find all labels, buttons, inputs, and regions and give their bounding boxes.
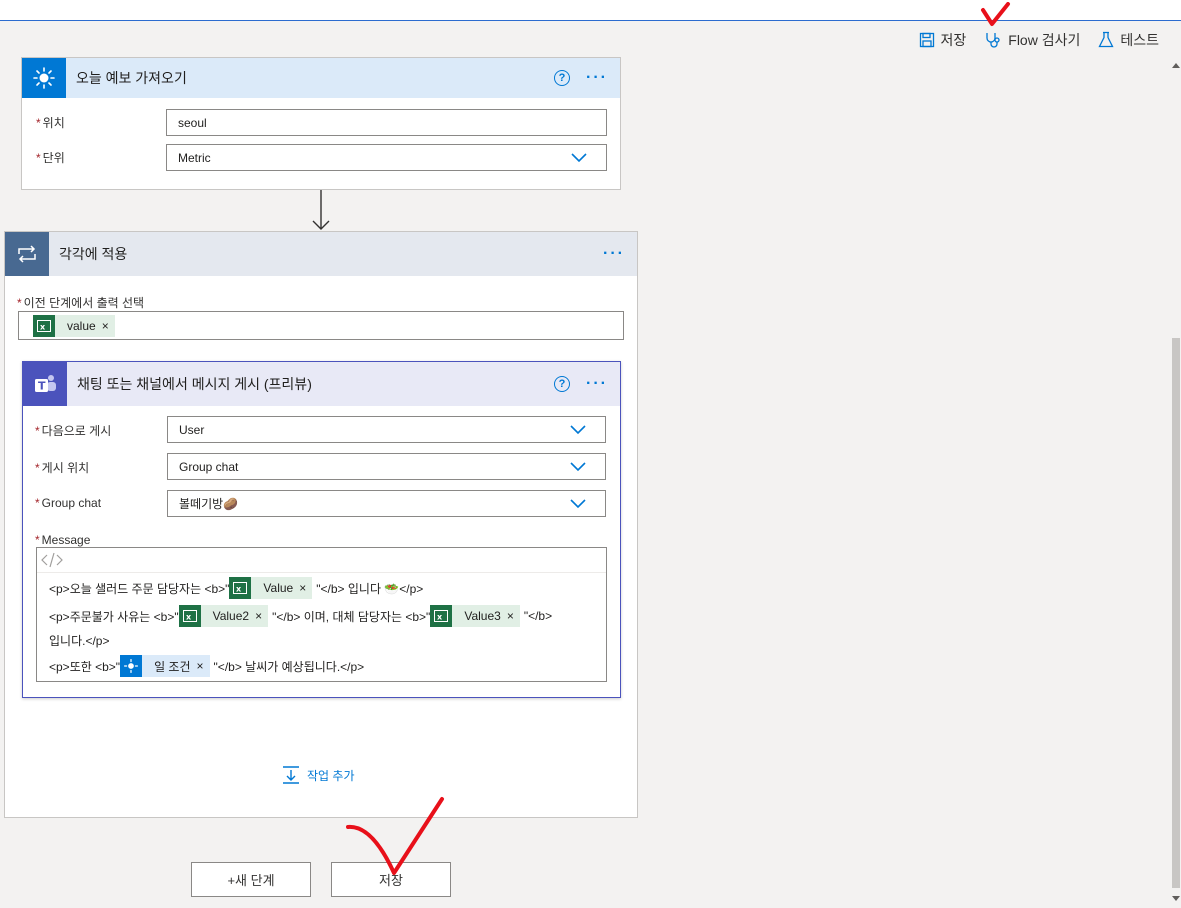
new-step-button[interactable]: +새 단계 xyxy=(191,862,311,897)
teams-card-title: 채팅 또는 채널에서 메시지 게시 (프리뷰) xyxy=(77,376,312,392)
annotation-check-bottom xyxy=(346,797,444,875)
vertical-scrollbar[interactable] xyxy=(1171,58,1181,908)
select-output-label: * 이전 단계에서 출력 선택 xyxy=(17,296,145,310)
apply-to-each-header[interactable]: 각각에 적용 ··· xyxy=(5,232,637,276)
post-in-label: * 게시 위치 xyxy=(35,461,90,475)
test-command-label: 테스트 xyxy=(1120,32,1159,48)
chevron-down-icon xyxy=(571,153,587,163)
sun-icon xyxy=(120,655,143,677)
location-label: * 위치 xyxy=(36,116,65,130)
post-as-label: * 다음으로 게시 xyxy=(35,424,112,438)
svg-text:x: x xyxy=(236,585,242,594)
stethoscope-icon xyxy=(986,33,1000,48)
chevron-down-icon xyxy=(570,499,586,509)
post-as-dropdown[interactable]: User xyxy=(167,416,606,443)
test-command[interactable]: 테스트 xyxy=(1098,30,1159,50)
message-line-2: <p>주문불가 사유는 <b>" x Value2 × "</b> 이며, 대체 담… xyxy=(49,605,552,627)
dynamic-token[interactable]: x Value × xyxy=(229,577,313,599)
help-icon[interactable]: ? xyxy=(554,376,571,392)
weather-card-title: 오늘 예보 가져오기 xyxy=(76,70,187,86)
svg-text:T: T xyxy=(38,380,46,393)
location-input[interactable]: seoul xyxy=(166,109,607,136)
dynamic-token[interactable]: 일 조건 × xyxy=(120,655,210,677)
excel-icon: x xyxy=(430,605,453,627)
apply-to-each-title: 각각에 적용 xyxy=(59,246,128,262)
help-icon[interactable]: ? xyxy=(554,70,571,86)
save-command-label: 저장 xyxy=(940,32,967,48)
svg-text:x: x xyxy=(186,613,192,622)
flask-icon xyxy=(1098,31,1114,48)
loop-icon xyxy=(5,232,49,276)
apply-to-each-card: 각각에 적용 ··· * 이전 단계에서 출력 선택 x value × T 채팅 … xyxy=(4,231,638,818)
group-chat-dropdown[interactable]: 볼떼기방🥔 xyxy=(167,490,606,517)
connector-arrow xyxy=(312,190,330,230)
remove-token-icon[interactable]: × xyxy=(253,609,268,623)
message-editor[interactable]: <p>오늘 샐러드 주문 담당자는 <b>" x Value × "</b> 입니다… xyxy=(36,547,607,682)
svg-text:x: x xyxy=(40,322,46,331)
select-output-input[interactable]: x value × xyxy=(18,311,624,340)
message-label: * Message xyxy=(35,533,91,547)
code-view-icon[interactable] xyxy=(41,552,63,568)
teams-icon: T xyxy=(23,362,67,406)
add-action-icon xyxy=(283,766,299,784)
excel-icon: x xyxy=(33,314,55,337)
more-options-icon[interactable]: ··· xyxy=(586,375,608,393)
message-line-1: <p>오늘 샐러드 주문 담당자는 <b>" x Value × "</b> 입니다… xyxy=(49,577,423,599)
remove-token-icon[interactable]: × xyxy=(195,659,210,673)
dynamic-token[interactable]: x Value2 × xyxy=(178,605,269,627)
floppy-disk-icon xyxy=(919,32,934,48)
excel-icon: x xyxy=(178,605,201,627)
annotation-check-top xyxy=(981,2,1010,26)
add-action-button[interactable]: 작업 추가 xyxy=(281,765,355,785)
units-label: * 단위 xyxy=(36,151,65,165)
add-action-label: 작업 추가 xyxy=(307,768,355,783)
code-view-bar xyxy=(37,548,606,573)
scroll-down-arrow-icon[interactable] xyxy=(1172,896,1180,902)
sun-icon xyxy=(22,58,66,98)
message-line-3: 입니다.</p> xyxy=(49,634,110,648)
remove-token-icon[interactable]: × xyxy=(505,609,520,623)
command-bar: 저장 Flow 검사기 테스트 xyxy=(919,30,1159,50)
dynamic-token[interactable]: x Value3 × xyxy=(430,605,520,627)
scroll-up-arrow-icon[interactable] xyxy=(1172,62,1180,68)
teams-card-header[interactable]: T 채팅 또는 채널에서 메시지 게시 (프리뷰) ? ··· xyxy=(23,362,620,406)
dynamic-token[interactable]: x value × xyxy=(33,314,115,337)
flow-checker-label: Flow 검사기 xyxy=(1008,32,1081,48)
chevron-down-icon xyxy=(570,462,586,472)
chevron-down-icon xyxy=(570,425,586,435)
remove-token-icon[interactable]: × xyxy=(297,581,312,595)
save-command[interactable]: 저장 xyxy=(919,30,967,50)
excel-icon: x xyxy=(229,577,252,599)
units-dropdown[interactable]: Metric xyxy=(166,144,607,171)
teams-post-message-card: T 채팅 또는 채널에서 메시지 게시 (프리뷰) ? ··· * 다음으로 게시… xyxy=(22,361,621,698)
flow-checker-command[interactable]: Flow 검사기 xyxy=(984,30,1080,50)
group-chat-label: * Group chat xyxy=(35,496,102,510)
weather-action-card: 오늘 예보 가져오기 ? ··· * 위치 seoul * 단위 Metric xyxy=(21,57,621,190)
remove-token-icon[interactable]: × xyxy=(100,319,115,333)
more-options-icon[interactable]: ··· xyxy=(586,69,608,87)
scrollbar-thumb[interactable] xyxy=(1172,338,1180,888)
svg-text:x: x xyxy=(437,613,443,622)
weather-card-header[interactable]: 오늘 예보 가져오기 ? ··· xyxy=(22,58,620,98)
message-line-4: <p>또한 <b>" 일 조건 × "</b> 날씨가 예상됩니다.</p> xyxy=(49,655,364,677)
more-options-icon[interactable]: ··· xyxy=(603,245,625,263)
post-in-dropdown[interactable]: Group chat xyxy=(167,453,606,480)
